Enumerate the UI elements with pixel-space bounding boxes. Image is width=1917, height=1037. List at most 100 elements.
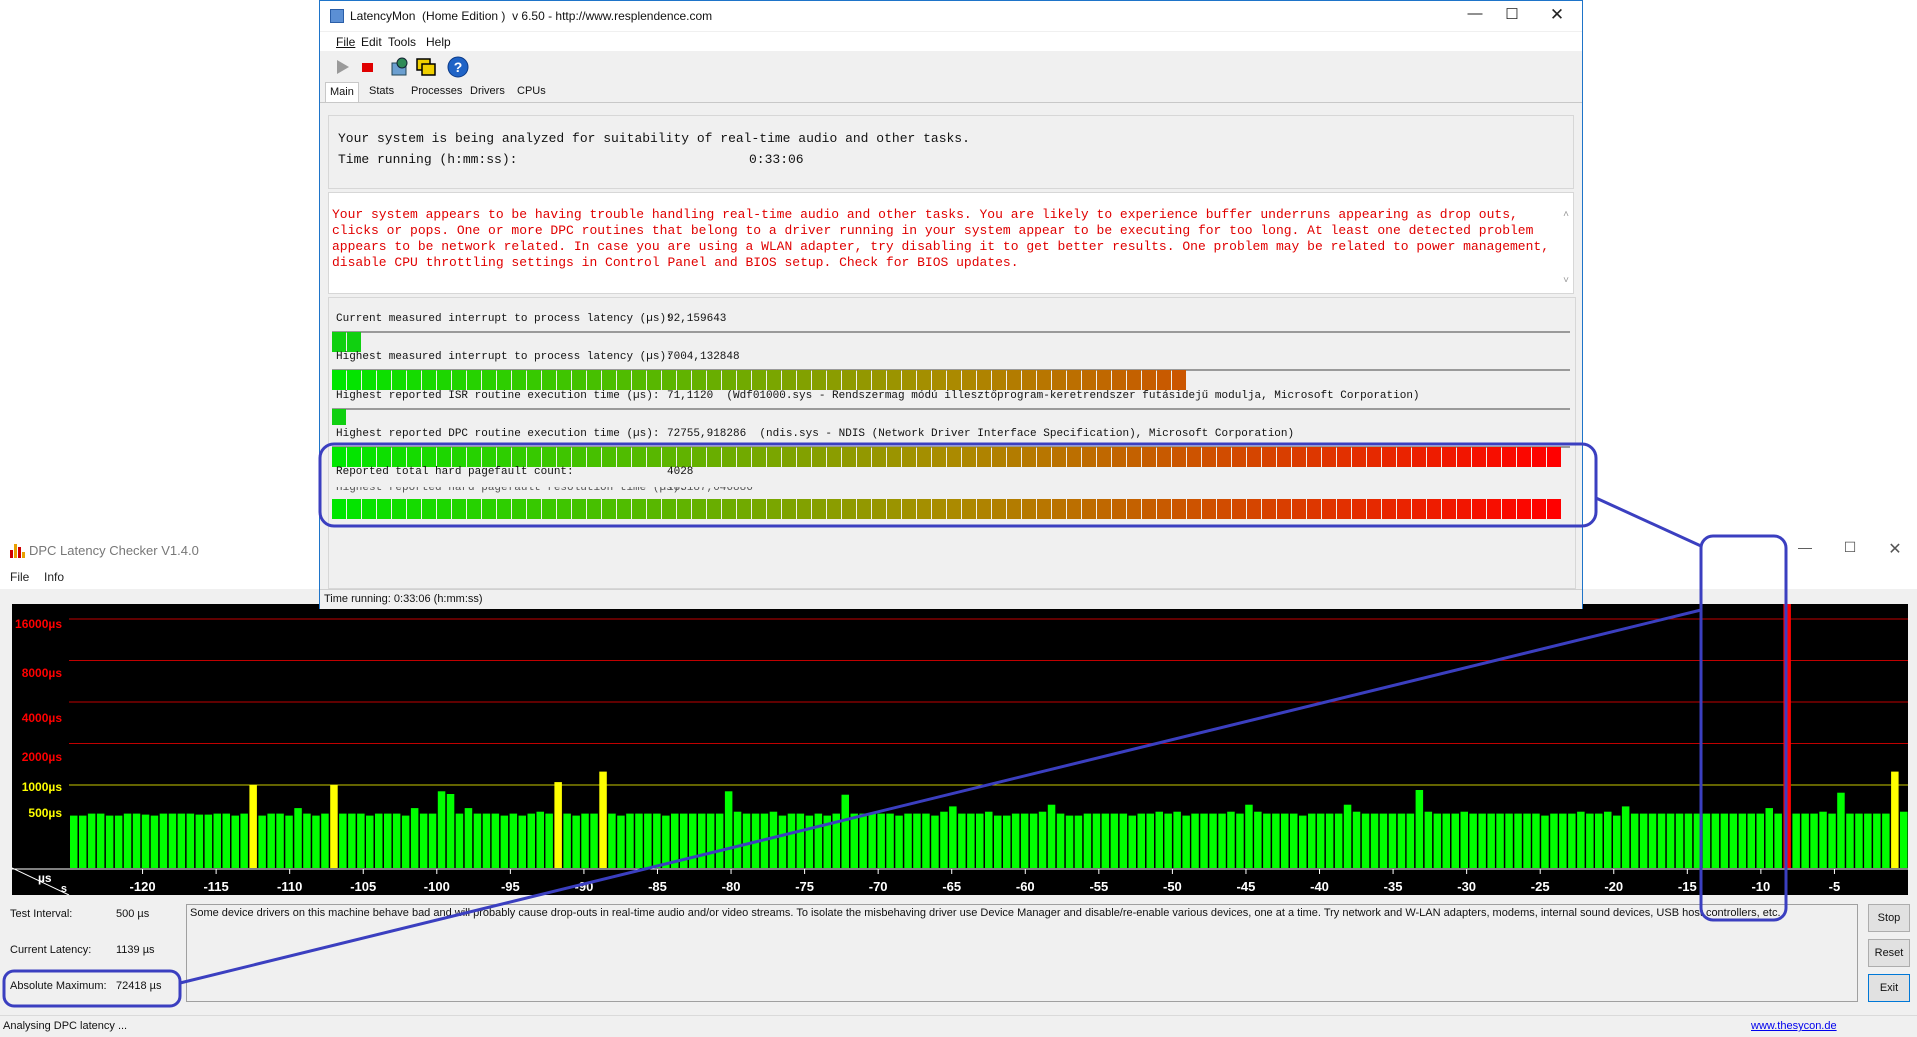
play-icon[interactable] xyxy=(330,55,354,79)
latency-bar xyxy=(1711,813,1720,868)
tab-stats[interactable]: Stats xyxy=(365,85,398,97)
tab-cpus[interactable]: CPUs xyxy=(513,85,550,97)
metric-bar-segment xyxy=(1022,447,1036,467)
metric-bar-segment xyxy=(512,447,526,467)
metric-bar-segment xyxy=(1007,499,1021,519)
x-tick-label: -70 xyxy=(869,879,888,894)
x-tick-label: -115 xyxy=(203,879,228,894)
menu-help[interactable]: Help xyxy=(426,35,451,49)
metric-bar-segment xyxy=(1412,499,1426,519)
dpc-menu-info[interactable]: Info xyxy=(44,570,64,584)
metric-bar-segment xyxy=(572,370,586,390)
menu-file[interactable]: File xyxy=(336,35,355,49)
dpc-status-text: Analysing DPC latency ... xyxy=(3,1020,128,1032)
latency-bar xyxy=(1299,815,1307,868)
metric-bar-segment xyxy=(497,447,511,467)
maximize-icon[interactable]: ☐ xyxy=(1830,539,1870,556)
metric-bar-segment xyxy=(392,447,406,467)
y-axis-label: 8000µs xyxy=(22,666,63,680)
metric-bar-segment xyxy=(1412,447,1426,467)
metric-bar-segment xyxy=(1307,499,1321,519)
latency-bar xyxy=(1505,813,1513,868)
latency-bar xyxy=(1442,813,1450,868)
metric-bar-segment xyxy=(932,447,946,467)
menu-tools[interactable]: Tools xyxy=(388,35,416,49)
stop-button[interactable]: Stop xyxy=(1868,904,1910,932)
metric-bar-segment xyxy=(902,499,916,519)
tab-main[interactable]: Main xyxy=(325,82,359,102)
latency-bar xyxy=(285,815,293,868)
dpc-menu-file[interactable]: File xyxy=(10,570,29,584)
latency-bar xyxy=(1657,813,1666,868)
latency-bar xyxy=(1900,811,1908,868)
svg-text:?: ? xyxy=(454,59,463,75)
scroll-down-icon[interactable]: ˅ xyxy=(1563,275,1569,286)
metric-bar-segment xyxy=(1097,447,1111,467)
metric-bar-segment xyxy=(992,370,1006,390)
absolute-maximum-value: 72418 µs xyxy=(116,980,162,992)
latency-bar xyxy=(1747,813,1755,868)
latency-bar xyxy=(276,813,284,868)
metric-bar-segment xyxy=(527,499,541,519)
latency-bar xyxy=(1236,813,1244,868)
latency-bar xyxy=(1020,813,1029,868)
metric-bar-segment xyxy=(1472,447,1486,467)
metric-bar-segment xyxy=(1322,499,1336,519)
minimize-icon[interactable]: — xyxy=(1785,539,1825,555)
metric-bar-segment xyxy=(692,499,706,519)
metric-bar-segment xyxy=(1472,499,1486,519)
latency-bar xyxy=(1370,813,1379,868)
metric-bar-segment xyxy=(1037,447,1051,467)
metric-bar-segment xyxy=(977,499,991,519)
minimize-icon[interactable]: — xyxy=(1455,5,1495,22)
metric-value-dpc: 72755,918286 (ndis.sys - NDIS (Network D… xyxy=(667,428,1295,440)
latency-bar xyxy=(1074,815,1083,868)
analyze-icon[interactable] xyxy=(388,55,412,79)
thesycon-link[interactable]: www.thesycon.de xyxy=(1751,1020,1837,1032)
tab-drivers[interactable]: Drivers xyxy=(466,85,509,97)
scroll-up-icon[interactable]: ˄ xyxy=(1563,209,1569,220)
x-tick-label: -55 xyxy=(1089,879,1108,894)
metric-bar-segment xyxy=(1247,447,1261,467)
metric-bar-segment xyxy=(422,370,436,390)
exit-button[interactable]: Exit xyxy=(1868,974,1910,1002)
metric-bar-segment xyxy=(587,370,601,390)
x-tick-label: -105 xyxy=(350,879,376,894)
reset-button[interactable]: Reset xyxy=(1868,939,1910,967)
metric-bar-segment xyxy=(1247,499,1261,519)
maximize-icon[interactable]: ☐ xyxy=(1492,5,1532,23)
metric-bar-segment xyxy=(1427,499,1441,519)
latency-bar xyxy=(1514,813,1522,868)
metric-bar-segment xyxy=(917,499,931,519)
latency-bar xyxy=(994,815,1002,868)
stop-icon[interactable] xyxy=(356,55,380,79)
help-icon[interactable]: ? xyxy=(446,55,470,79)
tab-processes[interactable]: Processes xyxy=(407,85,466,97)
latency-bar xyxy=(1613,815,1621,868)
metric-bar-segment xyxy=(437,447,451,467)
metric-bar-segment xyxy=(1142,447,1156,467)
menu-edit[interactable]: Edit xyxy=(361,35,382,49)
latency-bar xyxy=(1666,813,1675,868)
windows-icon[interactable] xyxy=(414,55,438,79)
metric-bar-segment xyxy=(932,499,946,519)
latency-bar xyxy=(186,813,195,868)
metric-label-dpc: Highest reported DPC routine execution t… xyxy=(336,428,660,440)
metric-bar-segment xyxy=(542,370,556,390)
metric-bar-segment xyxy=(1337,499,1351,519)
dpc-statusbar xyxy=(0,1015,1917,1037)
x-tick-label: -45 xyxy=(1237,879,1256,894)
metric-bar-segment xyxy=(857,447,871,467)
metric-bar-segment xyxy=(917,370,931,390)
latency-bar xyxy=(760,813,769,868)
metric-bar-segment xyxy=(1082,370,1096,390)
latency-bar xyxy=(1792,813,1800,868)
latency-bar xyxy=(321,813,329,868)
latency-bar xyxy=(500,815,509,868)
metric-bar-segment xyxy=(887,370,901,390)
close-icon[interactable]: ✕ xyxy=(1875,539,1915,559)
metric-bar-segment xyxy=(1067,447,1081,467)
close-icon[interactable]: ✕ xyxy=(1537,5,1577,25)
latency-bar xyxy=(482,813,491,868)
latency-bar xyxy=(1325,813,1334,868)
